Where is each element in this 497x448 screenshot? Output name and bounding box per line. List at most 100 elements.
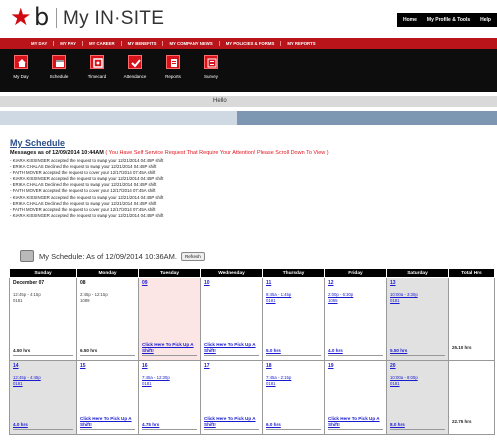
day-date[interactable]: 18 [266, 363, 321, 369]
calendar-day-cell[interactable]: 18 7:45a - 2:15p 0181 6.0 hrs [262, 360, 325, 435]
col-wednesday: Wednesday [200, 268, 263, 278]
day-date[interactable]: 16 [142, 363, 197, 369]
day-hours: 6.50 hrs [80, 348, 98, 353]
toolbar-attendance[interactable]: Attendance [116, 49, 154, 92]
main-nav: MY DAY MY PAY MY CAREER MY BENEFITS MY C… [0, 38, 497, 49]
shift-dept: 0181 [390, 381, 400, 386]
calendar-week-row: December 07 12:45p - 4:15p 0181 4.50 hrs 08 2… [9, 277, 495, 361]
day-hours[interactable]: 6.0 hrs [266, 422, 281, 428]
nav-my-reports[interactable]: MY REPORTS [281, 41, 321, 46]
app-title: My IN·SITE [63, 8, 165, 29]
toolbar-timecard[interactable]: Timecard [78, 49, 116, 92]
toolbar-label: Survey [203, 74, 218, 79]
cell-divider [13, 429, 73, 430]
day-date[interactable]: 12 [328, 280, 383, 286]
nav-my-pay[interactable]: MY PAY [54, 41, 83, 46]
survey-icon [204, 55, 218, 69]
nav-my-day[interactable]: MY DAY [25, 41, 55, 46]
pick-up-shift-link[interactable]: Click Here To Pick Up A Shift! [204, 342, 256, 354]
nav-my-benefits[interactable]: MY BENEFITS [122, 41, 164, 46]
home-link[interactable]: Home [403, 17, 417, 23]
shift-time[interactable]: 12:45p - 4:45p 0181 [13, 375, 73, 387]
week-total-hours: 22.75 hrs [448, 360, 495, 435]
schedule-icon [52, 55, 66, 69]
toolbar-schedule[interactable]: Schedule [40, 49, 78, 92]
calendar-day-cell[interactable]: 13 10:00a - 3:30p 0181 5.50 hrs [386, 277, 449, 361]
day-hours[interactable]: 4.75 hrs [142, 422, 159, 428]
pick-up-shift-link[interactable]: Click Here To Pick Up A Shift! [204, 416, 256, 428]
day-date[interactable]: 17 [204, 363, 259, 369]
toolbar-label: My Day [13, 74, 29, 79]
shift-dept: 0181 [142, 381, 152, 386]
messages-heading: Messages as of 12/09/2014 10:44AM ( You … [10, 150, 329, 156]
col-friday: Friday [324, 268, 387, 278]
greeting-bar: Hello [0, 96, 497, 107]
shift-time[interactable]: 7:45a - 12:30p 0181 [142, 375, 197, 387]
day-hours[interactable]: 4.0 hrs [13, 422, 28, 428]
cell-divider [390, 429, 445, 430]
day-date[interactable]: 10 [204, 280, 259, 286]
help-link[interactable]: Help [480, 17, 491, 23]
shift-dept: 1065 [328, 298, 338, 303]
col-saturday: Saturday [386, 268, 449, 278]
calendar-day-cell[interactable]: 12 2:00p - 6:30p 1065 4.0 hrs [324, 277, 387, 361]
nav-my-career[interactable]: MY CAREER [83, 41, 122, 46]
pick-up-shift-link[interactable]: Click Here To Pick Up A Shift! [142, 342, 194, 354]
shift-dept: 0181 [13, 298, 23, 303]
toolbar-my-day[interactable]: My Day [2, 49, 40, 92]
cell-divider [328, 429, 383, 430]
shift-time[interactable]: 10:00a - 8:00p 0181 [390, 375, 445, 387]
day-hours[interactable]: 5.50 hrs [390, 348, 407, 354]
calendar-day-cell[interactable]: 14 12:45p - 4:45p 0181 4.0 hrs [9, 360, 77, 435]
calendar-day-cell[interactable]: 15 Click Here To Pick Up A Shift! [76, 360, 139, 435]
day-date[interactable]: 19 [328, 363, 383, 369]
nav-my-policies-forms[interactable]: MY POLICIES & FORMS [220, 41, 282, 46]
cell-divider [390, 355, 445, 356]
day-date[interactable]: 13 [390, 280, 445, 286]
nav-my-company-news[interactable]: MY COMPANY NEWS [163, 41, 220, 46]
calendar-day-cell[interactable]: 09 Click Here To Pick Up A Shift! [138, 277, 201, 361]
toolbar-survey[interactable]: Survey [192, 49, 230, 92]
calendar-day-cell[interactable]: 17 Click Here To Pick Up A Shift! [200, 360, 263, 435]
schedule-header: My Schedule: As of 12/09/2014 10:36AM. R… [20, 248, 205, 264]
page-title[interactable]: My Schedule [10, 138, 65, 148]
cell-divider [142, 355, 197, 356]
day-date: 08 [80, 280, 86, 286]
toolbar-label: Attendance [123, 74, 147, 79]
col-tuesday: Tuesday [138, 268, 201, 278]
shift-time[interactable]: 8:45a - 1:45p 0181 [266, 292, 321, 304]
shift-time[interactable]: 7:45a - 2:15p 0181 [266, 375, 321, 387]
col-total-hrs: Total Hrs [448, 268, 495, 278]
utility-nav: Home My Profile & Tools Help [397, 13, 497, 27]
day-hours[interactable]: 4.0 hrs [328, 348, 343, 354]
messages-list: - KIARA KISSINGER accepted the request t… [10, 158, 330, 219]
day-date[interactable]: 14 [13, 363, 73, 369]
refresh-button[interactable]: Refresh [181, 251, 205, 261]
message-item: - KIARA KISSINGER accepted the request t… [10, 212, 164, 218]
calendar-day-cell[interactable]: 19 Click Here To Pick Up A Shift! [324, 360, 387, 435]
day-hours[interactable]: 8.0 hrs [390, 422, 405, 428]
pick-up-shift-link[interactable]: Click Here To Pick Up A Shift! [328, 416, 380, 428]
day-date[interactable]: 11 [266, 280, 321, 286]
day-date[interactable]: 15 [80, 363, 135, 369]
shift-time[interactable]: 2:00p - 6:30p 1065 [328, 292, 383, 304]
toolbar-reports[interactable]: Reports [154, 49, 192, 92]
calendar-day-cell[interactable]: December 07 12:45p - 4:15p 0181 4.50 hrs [9, 277, 77, 361]
cell-divider [80, 429, 135, 430]
logo-letter: b [34, 3, 50, 31]
printer-icon[interactable] [20, 250, 34, 262]
pick-up-shift-link[interactable]: Click Here To Pick Up A Shift! [80, 416, 132, 428]
profile-tools-link[interactable]: My Profile & Tools [427, 17, 470, 23]
calendar-day-cell[interactable]: 20 10:00a - 8:00p 0181 8.0 hrs [386, 360, 449, 435]
day-date[interactable]: 09 [142, 280, 197, 286]
day-date[interactable]: 20 [390, 363, 445, 369]
shift-dept: 1089 [80, 298, 90, 303]
calendar-day-cell[interactable]: 16 7:45a - 12:30p 0181 4.75 hrs [138, 360, 201, 435]
calendar-day-cell[interactable]: 08 2:45p - 12:15p 1089 6.50 hrs [76, 277, 139, 361]
shift-time[interactable]: 10:00a - 3:30p 0181 [390, 292, 445, 304]
schedule-as-of: My Schedule: As of 12/09/2014 10:36AM. [39, 251, 178, 261]
calendar-day-cell[interactable]: 10 Click Here To Pick Up A Shift! [200, 277, 263, 361]
day-hours[interactable]: 5.0 hrs [266, 348, 281, 354]
calendar-day-cell[interactable]: 11 8:45a - 1:45p 0181 5.0 hrs [262, 277, 325, 361]
icon-toolbar: My Day Schedule Timecard Attendance Repo… [0, 49, 497, 92]
